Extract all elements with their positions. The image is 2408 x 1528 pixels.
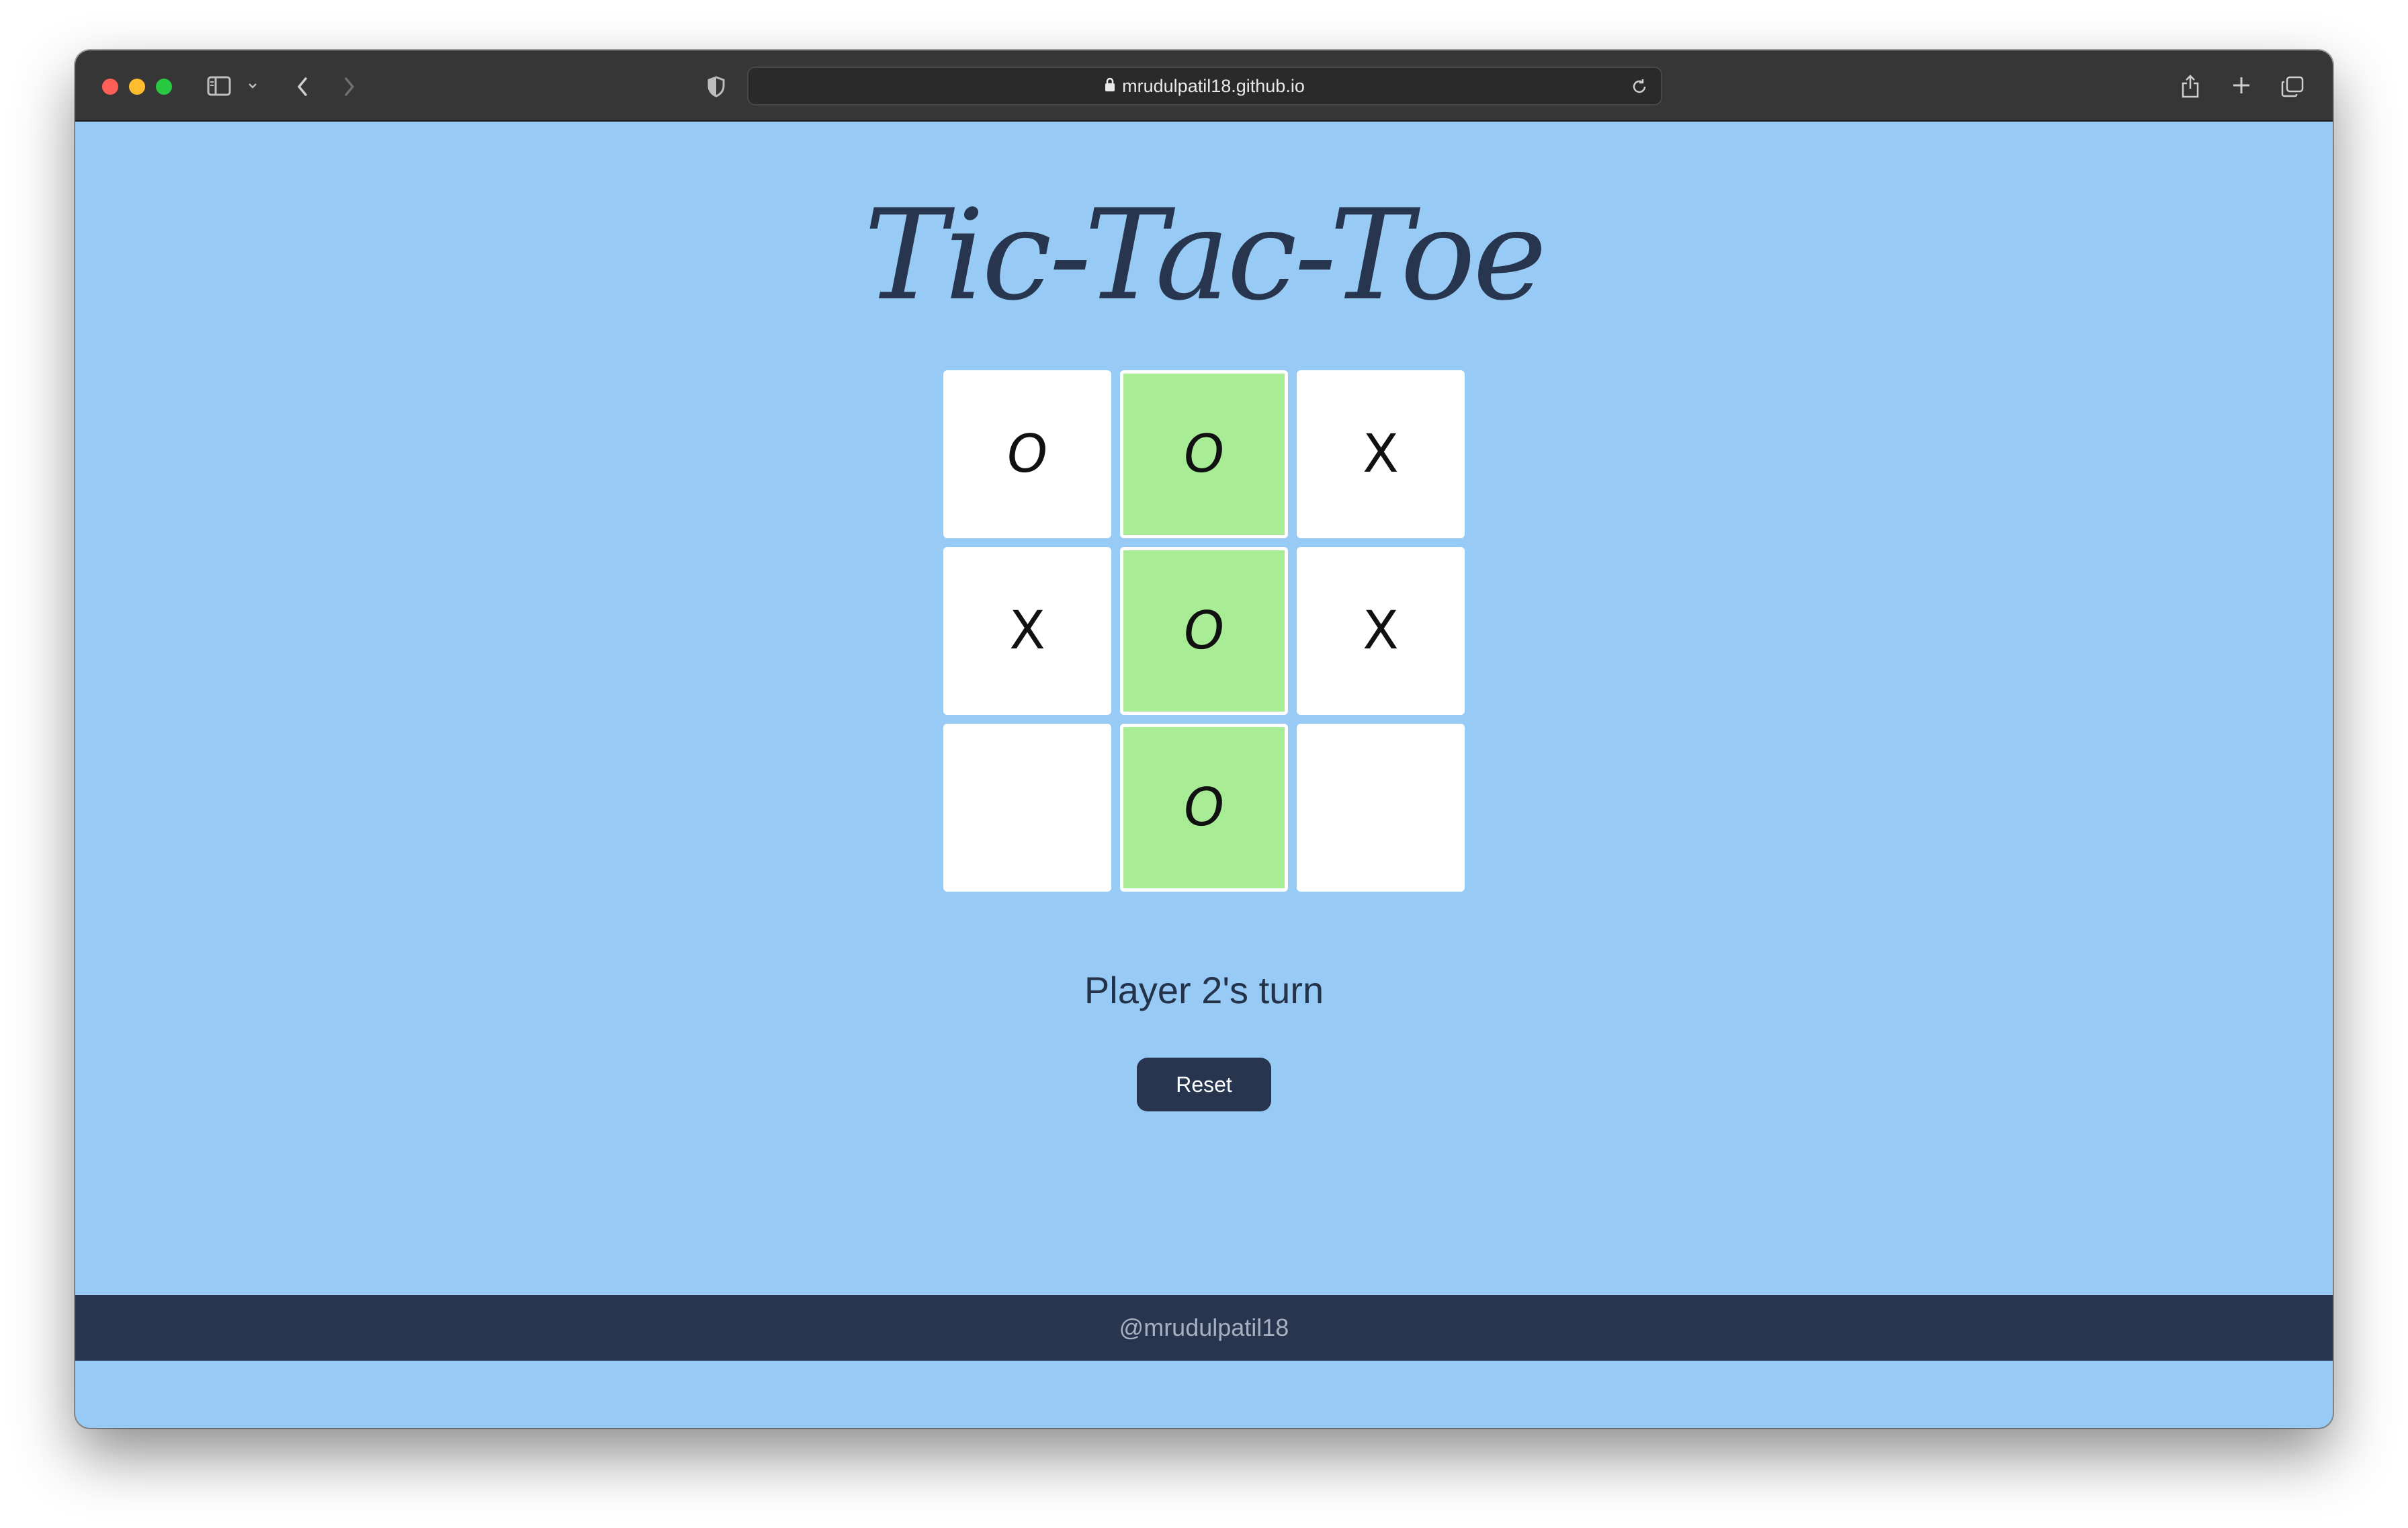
page-title: Tic-Tac-Toe (863, 182, 1547, 328)
o-mark: O (1178, 777, 1230, 838)
board-cell[interactable]: X (943, 547, 1111, 715)
browser-toolbar: mrudulpatil18.github.io (75, 50, 2333, 122)
board-cell[interactable]: X (1297, 370, 1465, 538)
tabs-overview-icon[interactable] (2278, 72, 2307, 101)
zoom-window-button[interactable] (156, 79, 172, 95)
lock-icon (1105, 76, 1115, 97)
chevron-down-icon[interactable] (245, 76, 261, 96)
board-cell[interactable]: O (943, 370, 1111, 538)
o-mark: O (1178, 601, 1230, 661)
x-mark: X (1363, 601, 1399, 661)
board-cell[interactable]: O (1120, 370, 1288, 538)
chevron-right-icon[interactable] (336, 73, 363, 100)
address-bar[interactable]: mrudulpatil18.github.io (747, 67, 1662, 105)
chevron-left-icon[interactable] (289, 73, 316, 100)
minimize-window-button[interactable] (129, 79, 145, 95)
shield-icon[interactable] (703, 73, 730, 100)
reset-button[interactable]: Reset (1137, 1058, 1271, 1111)
o-mark: O (1002, 424, 1053, 484)
x-mark: X (1009, 601, 1045, 661)
plus-icon[interactable] (2228, 72, 2255, 99)
page-content: Tic-Tac-Toe O O X X O X O Player 2's turn Rese… (75, 122, 2333, 1361)
board-cell[interactable] (943, 724, 1111, 892)
board-cell[interactable] (1297, 724, 1465, 892)
game-board: O O X X O X O (943, 370, 1465, 892)
turn-status: Player 2's turn (1084, 969, 1324, 1011)
browser-window: mrudulpatil18.github.io Tic-Tac-Toe O O X X… (75, 50, 2333, 1428)
reload-icon[interactable] (1627, 75, 1651, 99)
sidebar-icon[interactable] (206, 75, 232, 97)
share-icon[interactable] (2177, 71, 2204, 101)
x-mark: X (1363, 424, 1399, 484)
board-cell[interactable]: O (1120, 547, 1288, 715)
o-mark: O (1178, 424, 1230, 484)
board-cell[interactable]: X (1297, 547, 1465, 715)
close-window-button[interactable] (102, 79, 118, 95)
footer: @mrudulpatil18 (75, 1295, 2333, 1361)
footer-handle: @mrudulpatil18 (1119, 1314, 1289, 1341)
board-cell[interactable]: O (1120, 724, 1288, 892)
url-text: mrudulpatil18.github.io (1122, 75, 1305, 96)
